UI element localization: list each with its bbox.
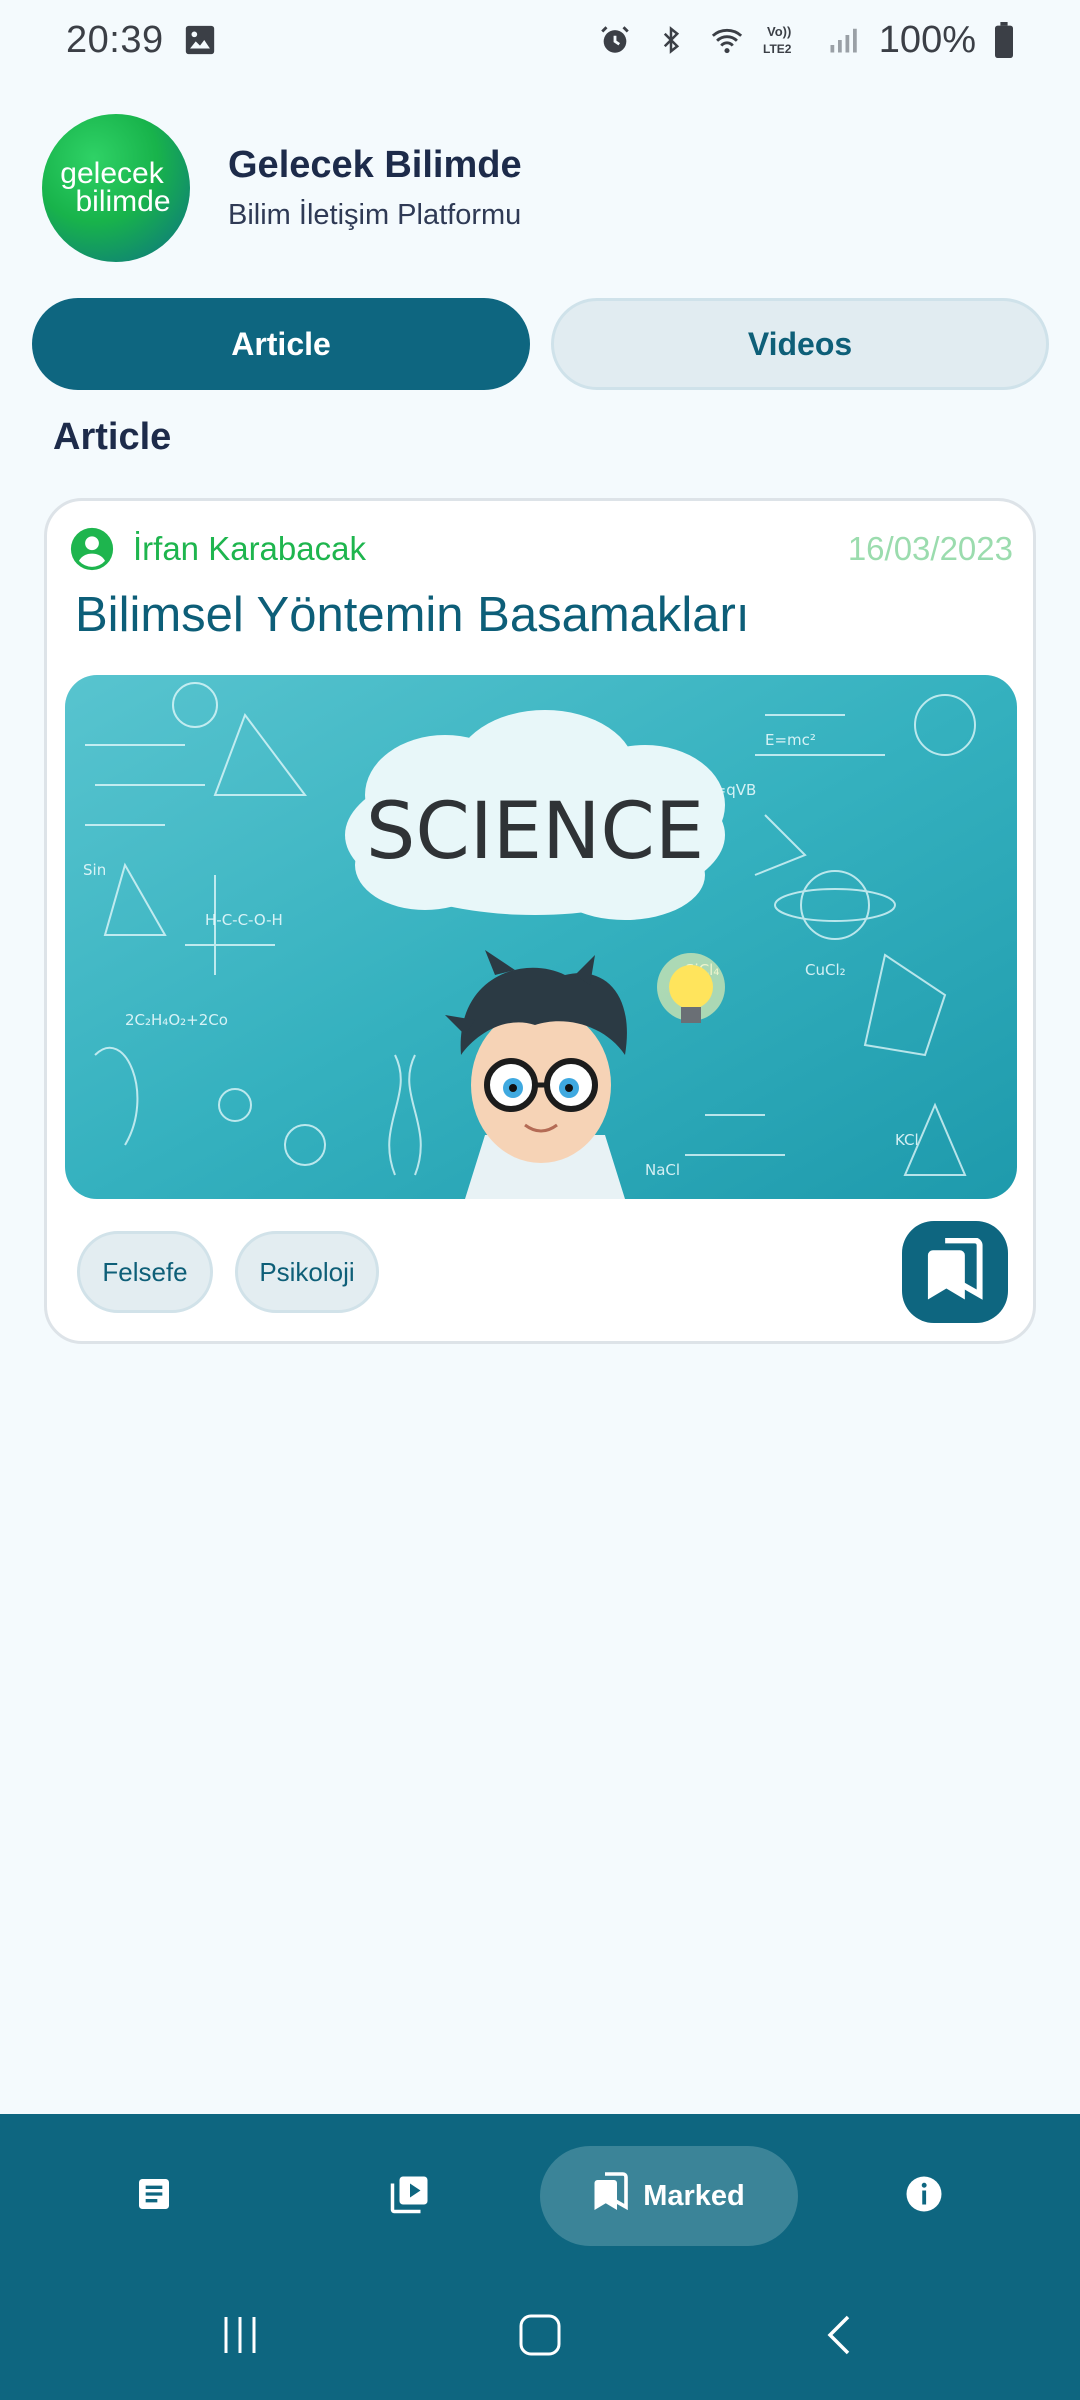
post-date: 16/03/2023 [847,530,1013,567]
nav-marked-label: Marked [643,2179,745,2212]
home-button[interactable] [500,2280,580,2390]
section-title: Article [53,416,172,458]
article-icon [134,2174,174,2219]
tag-chip-felsefe[interactable]: Felsefe [77,1231,213,1313]
status-bar: 20:39 Vo)) LTE2 100% [0,0,1080,80]
logo-text-line2: bilimde [75,185,171,218]
app-logo: gelecek bilimde [42,114,190,262]
account-circle-icon [69,526,115,572]
system-navigation-bar [0,2280,1080,2390]
nav-videos[interactable] [370,2146,450,2246]
svg-text:Vo)): Vo)) [767,24,791,39]
recents-button[interactable] [200,2280,280,2390]
author-name: İrfan Karabacak [133,530,366,567]
svg-text:2C₂H₄O₂+2Co: 2C₂H₄O₂+2Co [125,1011,228,1029]
logo-text-line1: gelecek [60,157,164,190]
header-text: Gelecek Bilimde Bilim İletişim Platformu [228,144,522,232]
article-title[interactable]: Bilimsel Yöntemin Basamakları [75,587,749,643]
wifi-icon [707,20,747,60]
app-subtitle: Bilim İletişim Platformu [228,199,522,231]
info-icon [903,2173,945,2220]
app-title: Gelecek Bilimde [228,144,522,186]
svg-text:Sin: Sin [83,861,106,879]
bookmark-button[interactable] [902,1221,1008,1323]
svg-text:CuCl₂: CuCl₂ [805,961,846,979]
bottom-navigation: Marked [0,2114,1080,2400]
nav-articles[interactable] [114,2146,194,2246]
video-library-icon [389,2173,431,2220]
bookmarks-icon [593,2172,629,2220]
volte-icon: Vo)) LTE2 [763,20,807,60]
article-card[interactable]: İrfan Karabacak 16/03/2023 Bilimsel Yönt… [44,498,1036,1344]
nav-marked[interactable]: Marked [540,2146,798,2246]
battery-icon [992,20,1016,60]
status-time: 20:39 [66,18,164,61]
bluetooth-icon [651,20,691,60]
author-row: İrfan Karabacak 16/03/2023 [69,525,1013,573]
tab-videos[interactable]: Videos [551,298,1049,390]
bookmarks-icon [925,1237,985,1307]
back-button[interactable] [800,2280,880,2390]
image-science-text: SCIENCE [366,787,704,877]
tab-article[interactable]: Article [32,298,530,390]
svg-text:NaCl: NaCl [645,1161,680,1179]
article-thumbnail[interactable]: Sin E=mc² H-C-C-O-H F=qVB 2C₂H₄O₂+2Co Cu… [65,675,1017,1199]
app-header: gelecek bilimde Gelecek Bilimde Bilim İl… [42,114,522,262]
alarm-icon [595,20,635,60]
image-icon [180,20,220,60]
nav-info[interactable] [884,2146,964,2246]
svg-text:E=mc²: E=mc² [765,731,816,749]
tag-chip-psikoloji[interactable]: Psikoloji [235,1231,379,1313]
svg-text:LTE2: LTE2 [763,42,792,56]
svg-text:KCl: KCl [895,1131,919,1149]
status-right: Vo)) LTE2 100% [595,19,1016,62]
status-left: 20:39 [66,19,220,62]
battery-percent: 100% [878,18,976,61]
signal-icon [823,20,863,60]
svg-text:H-C-C-O-H: H-C-C-O-H [205,911,283,929]
